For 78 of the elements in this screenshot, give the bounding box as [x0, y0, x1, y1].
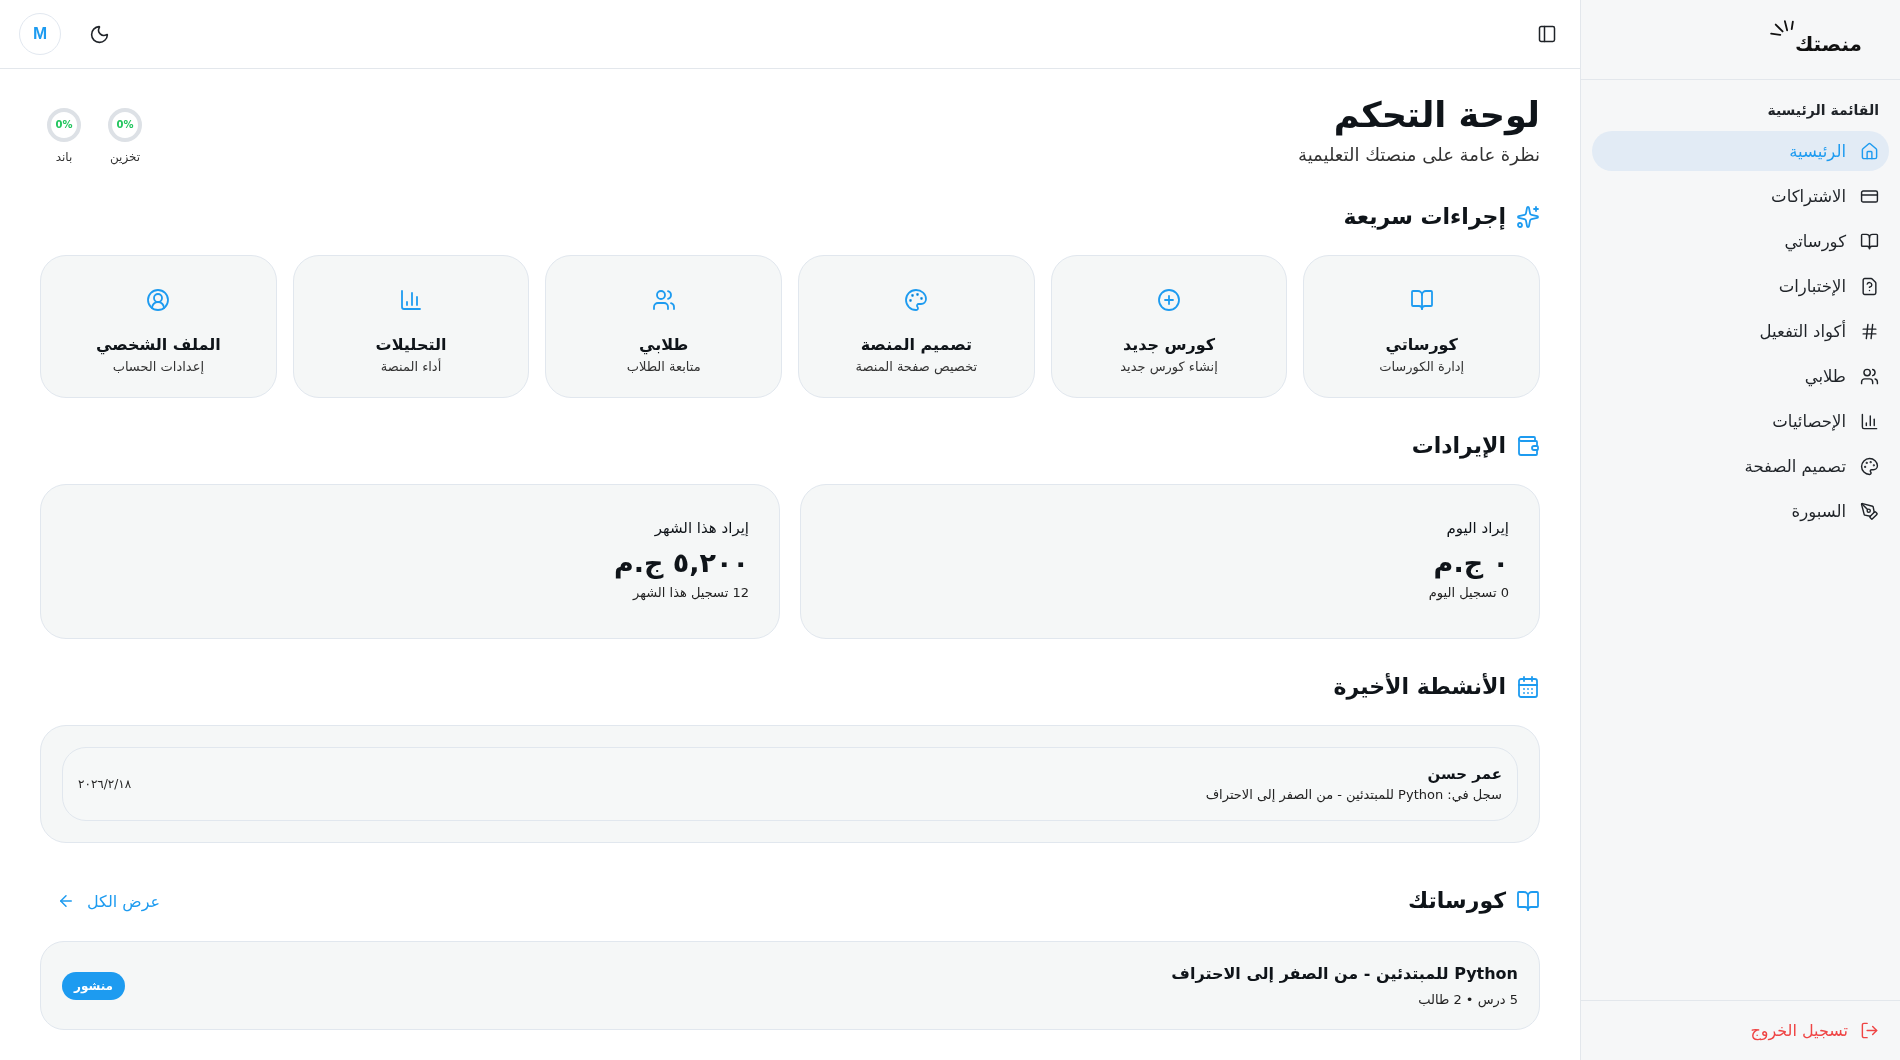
palette-icon — [904, 288, 929, 312]
calendar-icon — [1516, 675, 1540, 699]
file-question-icon — [1860, 276, 1879, 296]
course-title: Python للمبتدئين - من الصفر إلى الاحتراف — [1171, 962, 1518, 985]
card-title: تصميم المنصة — [860, 334, 973, 356]
book-open-icon — [1860, 231, 1879, 251]
card-title: الملف الشخصي — [96, 334, 221, 357]
usage-percent: 0% — [116, 118, 134, 132]
card-subtitle: إدارة الكورسات — [1379, 358, 1465, 377]
revenue-label: إيراد اليوم — [1446, 518, 1509, 539]
section-title: الإيرادات — [1411, 432, 1506, 461]
theme-toggle-button[interactable] — [89, 23, 110, 45]
card-title: طلابي — [638, 334, 689, 357]
plus-circle-icon — [1157, 288, 1181, 312]
card-title: كورس جديد — [1122, 334, 1216, 356]
revenue-note: 0 تسجيل اليوم — [1428, 584, 1509, 603]
quick-action-card[interactable]: تصميم المنصة تخصيص صفحة المنصة — [798, 255, 1035, 398]
revenue-value: ٥,٢٠٠ ج.م — [613, 546, 749, 581]
pen-tool-icon — [1860, 501, 1879, 521]
log-out-icon — [1860, 1021, 1879, 1040]
palette-icon — [1860, 456, 1879, 476]
revenue-value: ٠ ج.م — [1433, 546, 1509, 581]
status-badge: منشور — [62, 971, 125, 1000]
usage-label: باند — [55, 149, 73, 166]
users-icon — [1860, 366, 1879, 386]
quick-action-card[interactable]: طلابي متابعة الطلاب — [545, 255, 782, 398]
course-meta: 5 درس • 2 طالب — [1418, 990, 1518, 1010]
activity-date: ٢٠٢٦/٢/١٨ — [78, 776, 132, 793]
sidebar-toggle-button[interactable] — [1537, 24, 1557, 44]
page-subtitle: نظرة عامة على منصتك التعليمية — [1298, 143, 1540, 168]
revenue-note: 12 تسجيل هذا الشهر — [633, 584, 749, 603]
quick-action-card[interactable]: التحليلات أداء المنصة — [292, 255, 530, 398]
nav-item[interactable]: الاشتراكات — [1592, 176, 1889, 216]
card-subtitle: أداء المنصة — [380, 357, 442, 376]
quick-action-card[interactable]: كورساتي إدارة الكورسات — [1303, 255, 1540, 398]
book-open-icon — [1409, 288, 1434, 312]
nav-item[interactable]: الإختبارات — [1592, 266, 1889, 306]
usage-percent: 0% — [55, 118, 73, 132]
card-subtitle: إعدادات الحساب — [112, 358, 204, 376]
activity-name: عمر حسن — [1427, 764, 1502, 785]
house-icon — [1860, 141, 1879, 161]
nav-item[interactable]: تصميم الصفحة — [1592, 446, 1889, 486]
nav-item[interactable]: السبورة — [1592, 491, 1889, 531]
users-icon — [651, 288, 676, 312]
bar-chart-icon — [399, 288, 423, 312]
logout-button[interactable]: تسجيل الخروج — [1750, 1021, 1879, 1040]
section-title: إجراءات سريعة — [1343, 203, 1506, 232]
usage-ring — [107, 107, 143, 143]
nav-item[interactable]: كورساتي — [1592, 221, 1889, 261]
panel-icon — [1537, 24, 1557, 44]
quick-action-card[interactable]: كورس جديد إنشاء كورس جديد — [1050, 255, 1288, 398]
card-subtitle: متابعة الطلاب — [626, 358, 701, 376]
wallet-icon — [1516, 434, 1540, 458]
moon-icon — [89, 23, 110, 45]
section-title: الأنشطة الأخيرة — [1333, 672, 1506, 702]
nav-item[interactable]: طلابي — [1592, 356, 1889, 396]
nav-section-title: القائمة الرئيسية — [1766, 101, 1880, 121]
card-subtitle: إنشاء كورس جديد — [1120, 358, 1218, 377]
user-circle-icon — [146, 288, 171, 312]
nav-item[interactable]: أكواد التفعيل — [1592, 311, 1889, 351]
usage-ring — [46, 107, 82, 143]
section-title: كورساتك — [1408, 887, 1506, 916]
card-title: التحليلات — [375, 334, 447, 356]
quick-action-card[interactable]: الملف الشخصي إعدادات الحساب — [40, 255, 277, 398]
card-title: كورساتي — [1385, 334, 1458, 357]
sun-rays-icon — [1769, 20, 1794, 36]
usage-label: تخزين — [109, 149, 141, 166]
hash-icon — [1860, 321, 1879, 341]
sparkles-icon — [1516, 205, 1540, 229]
bar-chart-icon — [1860, 411, 1879, 431]
book-open-icon — [1516, 889, 1540, 913]
nav-item[interactable]: الإحصائيات — [1592, 401, 1889, 441]
course-card[interactable]: Python للمبتدئين - من الصفر إلى الاحتراف 5 درس • 2 طالب منشور — [40, 941, 1540, 1030]
card-subtitle: تخصيص صفحة المنصة — [855, 358, 978, 377]
logo-text: منصتك — [1794, 31, 1862, 58]
page-title: لوحة التحكم — [1333, 94, 1540, 137]
revenue-label: إيراد هذا الشهر — [654, 518, 749, 539]
activity-detail: سجل في: Python للمبتدئين - من الصفر إلى الاحتراف — [1205, 786, 1502, 805]
